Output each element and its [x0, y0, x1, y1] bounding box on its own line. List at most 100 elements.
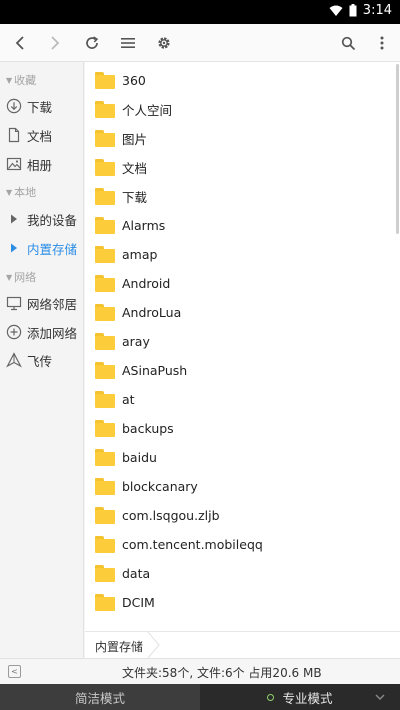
list-item[interactable]: 图片 — [85, 124, 400, 153]
list-item[interactable]: ASinaPush — [85, 356, 400, 385]
add-icon — [6, 324, 22, 340]
collapse-sidebar-button[interactable]: < — [8, 665, 21, 678]
folder-name: at — [122, 392, 135, 407]
list-item[interactable]: com.lsqgou.zljb — [85, 501, 400, 530]
list-item[interactable]: blockcanary — [85, 472, 400, 501]
sidebar-item-documents[interactable]: 文档 — [6, 123, 82, 147]
status-bar: 3:14 — [0, 0, 400, 24]
list-item[interactable]: com.tencent.mobileqq — [85, 530, 400, 559]
breadcrumb-item[interactable]: 内置存储 — [95, 638, 143, 655]
sidebar: ▼ 收藏 下载 文档 相册 ▼ 本地 我的设备 内置存储 ▼ 网络 网络邻居 添… — [0, 62, 84, 658]
folder-name: blockcanary — [122, 479, 198, 494]
list-item[interactable]: aray — [85, 327, 400, 356]
list-item[interactable]: data — [85, 559, 400, 588]
more-button[interactable] — [370, 31, 394, 55]
list-item[interactable]: baidu — [85, 443, 400, 472]
expand-arrow-icon — [6, 240, 22, 256]
settings-button[interactable] — [152, 31, 176, 55]
sidebar-item-label: 我的设备 — [27, 212, 78, 228]
folder-name: Android — [122, 276, 171, 291]
chevron-left-icon: < — [11, 667, 18, 676]
network-icon — [6, 295, 22, 311]
mode-indicator-icon — [267, 693, 275, 701]
folder-name: baidu — [122, 450, 157, 465]
simple-mode-tab[interactable]: 简洁模式 — [0, 684, 200, 710]
sidebar-item-my-device[interactable]: 我的设备 — [6, 207, 82, 231]
expand-arrow-icon — [6, 211, 22, 227]
toolbar — [0, 24, 400, 62]
sidebar-item-album[interactable]: 相册 — [6, 152, 82, 176]
sidebar-item-fly-transfer[interactable]: 飞传 — [6, 348, 82, 372]
battery-icon — [349, 4, 357, 17]
list-view-button[interactable] — [116, 31, 140, 55]
list-item[interactable]: 个人空间 — [85, 95, 400, 124]
sidebar-item-add-network[interactable]: 添加网络 — [6, 320, 82, 344]
forward-icon — [51, 36, 60, 50]
sidebar-item-downloads[interactable]: 下载 — [6, 94, 82, 118]
folder-icon — [95, 420, 115, 437]
folder-icon — [95, 507, 115, 524]
list-item[interactable]: 文档 — [85, 153, 400, 182]
folder-icon — [95, 594, 115, 611]
list-item[interactable]: 下载 — [85, 182, 400, 211]
sidebar-item-network-neighborhood[interactable]: 网络邻居 — [6, 291, 82, 315]
folder-icon — [95, 362, 115, 379]
chevron-down-icon[interactable] — [374, 689, 386, 705]
folder-name: 个人空间 — [122, 103, 173, 118]
folder-icon — [95, 275, 115, 292]
folder-name: 360 — [122, 73, 146, 88]
folder-icon — [95, 536, 115, 553]
collapse-triangle-icon: ▼ — [6, 75, 13, 85]
sidebar-item-label: 飞传 — [27, 353, 53, 369]
list-item[interactable]: at — [85, 385, 400, 414]
section-header-local[interactable]: ▼ 本地 — [6, 184, 36, 200]
wifi-icon — [329, 5, 343, 16]
collapse-triangle-icon: ▼ — [6, 187, 13, 197]
info-bar: < 文件夹:58个, 文件:6个 占用20.6 MB — [0, 658, 400, 684]
list-item[interactable]: Android — [85, 269, 400, 298]
folder-icon — [95, 304, 115, 321]
folder-name: com.tencent.mobileqq — [122, 537, 263, 552]
sidebar-item-internal-storage[interactable]: 内置存储 — [6, 236, 82, 260]
folder-icon — [95, 246, 115, 263]
section-header-network[interactable]: ▼ 网络 — [6, 269, 36, 285]
folder-name: 下载 — [122, 190, 148, 205]
scrollbar-thumb[interactable] — [396, 64, 399, 234]
list-item[interactable]: amap — [85, 240, 400, 269]
folder-name: 文档 — [122, 161, 148, 176]
sidebar-item-label: 下载 — [27, 99, 53, 115]
folder-icon — [95, 72, 115, 89]
folder-icon — [95, 188, 115, 205]
list-item[interactable]: AndroLua — [85, 298, 400, 327]
folder-name: com.lsqgou.zljb — [122, 508, 220, 523]
forward-button[interactable] — [43, 31, 67, 55]
search-icon — [341, 36, 355, 50]
list-item[interactable]: DCIM — [85, 588, 400, 617]
list-item[interactable]: Alarms — [85, 211, 400, 240]
folder-icon — [95, 130, 115, 147]
folder-icon — [95, 391, 115, 408]
folder-icon — [95, 159, 115, 176]
folder-icon — [95, 101, 115, 118]
settings-icon — [158, 37, 170, 49]
file-list: 360 个人空间图片文档下载 Alarms amap Android AndroLua ar… — [85, 62, 400, 631]
back-button[interactable] — [8, 31, 32, 55]
sidebar-item-label: 内置存储 — [27, 241, 78, 257]
folder-icon — [95, 565, 115, 582]
folder-name: data — [122, 566, 151, 581]
image-icon — [6, 156, 22, 172]
folder-name: AndroLua — [122, 305, 182, 320]
folder-icon — [95, 333, 115, 350]
refresh-button[interactable] — [80, 31, 104, 55]
list-item[interactable]: 360 — [85, 66, 400, 95]
folder-name: DCIM — [122, 595, 155, 610]
list-item[interactable]: backups — [85, 414, 400, 443]
sidebar-item-label: 网络邻居 — [27, 296, 78, 312]
section-header-favorites[interactable]: ▼ 收藏 — [6, 72, 36, 88]
folder-name: 图片 — [122, 132, 148, 147]
search-button[interactable] — [336, 31, 360, 55]
folder-name: ASinaPush — [122, 363, 188, 378]
folder-name: backups — [122, 421, 174, 436]
pro-mode-tab[interactable]: 专业模式 — [200, 684, 400, 710]
folder-name: aray — [122, 334, 150, 349]
